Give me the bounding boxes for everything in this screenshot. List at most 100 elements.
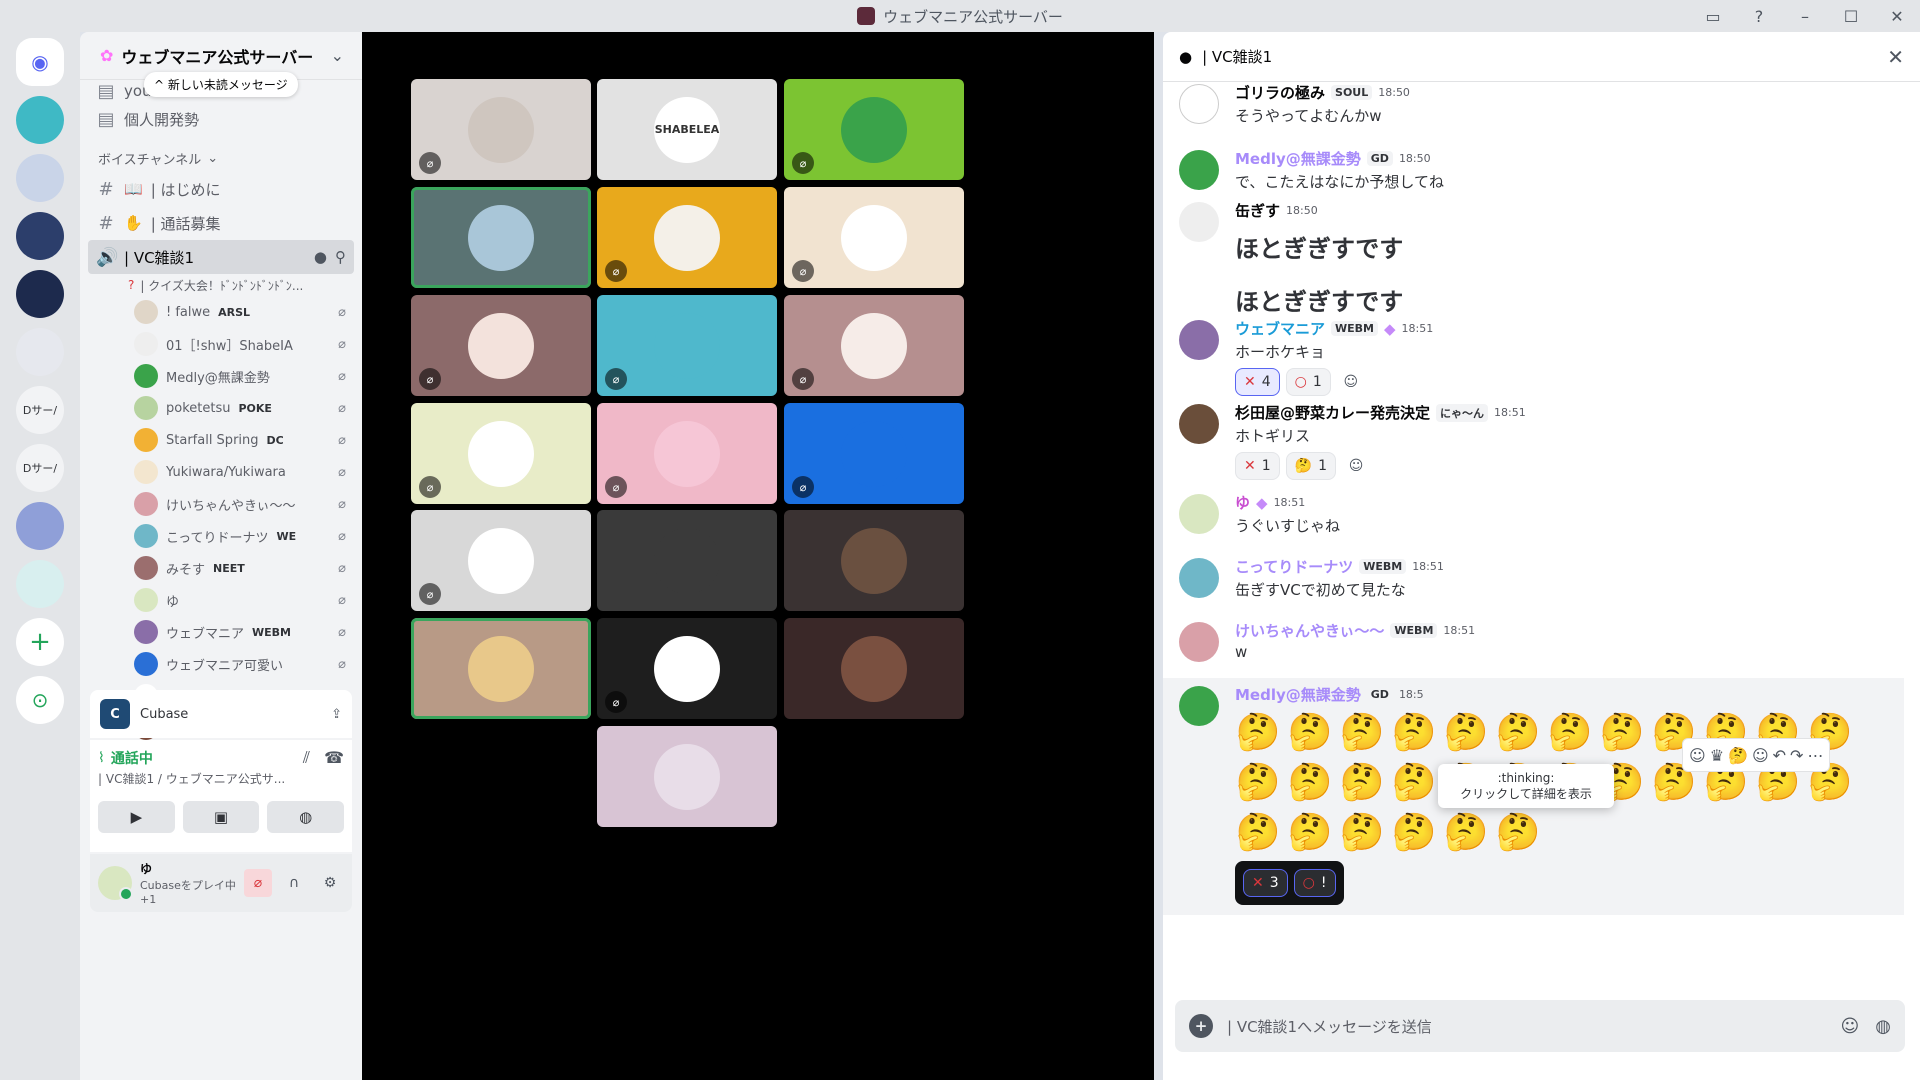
reaction-thinking[interactable]: 🤔 1	[1285, 452, 1337, 480]
thinking-emoji[interactable]: 🤔	[1495, 711, 1541, 755]
thinking-emoji[interactable]: 🤔	[1287, 761, 1333, 805]
avatar[interactable]	[1179, 202, 1219, 242]
voice-channel-path[interactable]: | VC雑談1 / ウェブマニア公式サ...	[98, 770, 344, 787]
voice-user[interactable]: 01［!shw］ShabeIA ⌀	[88, 328, 354, 360]
avatar[interactable]	[1179, 622, 1219, 662]
avatar[interactable]	[98, 866, 133, 901]
avatar[interactable]	[1179, 558, 1219, 598]
message-author[interactable]: ウェブマニア	[1235, 318, 1325, 339]
server-icon[interactable]	[16, 560, 64, 608]
avatar[interactable]	[1179, 404, 1219, 444]
thinking-emoji[interactable]: 🤔	[1599, 711, 1645, 755]
participant-tile[interactable]	[597, 726, 777, 827]
participant-tile[interactable]: ⌀	[597, 295, 777, 396]
chat-bubble-icon[interactable]: ●	[314, 248, 327, 266]
forward-icon[interactable]: ↷	[1790, 746, 1803, 765]
unread-messages-banner[interactable]: ^ 新しい未読メッセージ	[144, 72, 298, 97]
message-author[interactable]: ゴリラの極み	[1235, 82, 1325, 103]
server-icon[interactable]: Dサー/	[16, 386, 64, 434]
channel-hajimeni[interactable]: # 📖 | はじめに	[88, 172, 354, 206]
help-icon[interactable]: ?	[1736, 7, 1782, 26]
participant-tile[interactable]: ⌀	[784, 295, 964, 396]
add-user-icon[interactable]: ⚲	[335, 248, 346, 266]
thinking-emoji[interactable]: 🤔	[1391, 711, 1437, 755]
close-button[interactable]: ✕	[1874, 7, 1920, 26]
participant-tile[interactable]: ⌀	[411, 295, 591, 396]
avatar[interactable]	[1179, 320, 1219, 360]
thinking-emoji[interactable]: 🤔	[1339, 761, 1385, 805]
server-icon[interactable]	[16, 154, 64, 202]
thinking-emoji[interactable]: 🤔	[1235, 811, 1281, 855]
avatar[interactable]	[1179, 150, 1219, 190]
discover-icon[interactable]: ⊙	[16, 676, 64, 724]
participant-tile[interactable]: ⌀	[597, 187, 777, 288]
participant-tile[interactable]: ⌀	[784, 187, 964, 288]
voice-channel-vc1[interactable]: 🔊 | VC雑談1 ● ⚲	[88, 240, 354, 274]
quick-react-icon[interactable]: ☺	[1689, 746, 1706, 765]
add-reaction-icon[interactable]: ☺	[1752, 746, 1769, 765]
voice-user[interactable]: Starfall Spring DC ⌀	[88, 424, 354, 456]
thinking-emoji[interactable]: 🤔	[1287, 811, 1333, 855]
message-author[interactable]: Medly@無課金勢	[1235, 684, 1361, 705]
thinking-emoji[interactable]: 🤔	[1339, 711, 1385, 755]
server-icon[interactable]: Dサー/	[16, 444, 64, 492]
server-icon[interactable]	[16, 96, 64, 144]
thinking-emoji[interactable]: 🤔	[1235, 711, 1281, 755]
thinking-emoji[interactable]: 🤔	[1495, 811, 1541, 855]
gear-icon[interactable]: ⚙	[316, 869, 344, 897]
composer-placeholder[interactable]: | VC雑談1へメッセージを送信	[1227, 1016, 1432, 1037]
activity-button[interactable]: ◍	[267, 801, 345, 833]
camera-off-button[interactable]: ▶	[98, 801, 175, 833]
message-composer[interactable]: + | VC雑談1へメッセージを送信 ☺ ◍	[1175, 1000, 1905, 1052]
participant-tile[interactable]	[411, 618, 591, 719]
add-reaction-icon[interactable]: ☺	[1337, 368, 1365, 396]
voice-user[interactable]: みそす NEET ⌀	[88, 552, 354, 584]
participant-tile[interactable]	[784, 510, 964, 611]
category-voice-channels[interactable]: ボイスチャンネル ⌄	[88, 144, 354, 172]
quick-react-icon[interactable]: ♛	[1710, 746, 1724, 765]
reaction-o[interactable]: ○ 1	[1285, 368, 1331, 396]
server-icon[interactable]	[16, 328, 64, 376]
voice-user[interactable]: けいちゃんやきぃ〜〜 ⌀	[88, 488, 354, 520]
thinking-emoji[interactable]: 🤔	[1547, 711, 1593, 755]
add-server-icon[interactable]: +	[16, 618, 64, 666]
participant-tile[interactable]: ⌀	[411, 510, 591, 611]
more-icon[interactable]: ⋯	[1807, 746, 1823, 765]
reaction-x[interactable]: ✕ 4	[1235, 368, 1280, 396]
voice-user[interactable]: Medly@無課金勢 ⌀	[88, 360, 354, 392]
voice-user[interactable]: ウェブマニア WEBM ⌀	[88, 616, 354, 648]
inbox-icon[interactable]: ▭	[1690, 7, 1736, 26]
participant-tile[interactable]: ⌀	[411, 79, 591, 180]
participant-tile[interactable]: SHABELEA	[597, 79, 777, 180]
channel-tsuwa-boshu[interactable]: # ✋ | 通話募集	[88, 206, 354, 240]
avatar[interactable]	[1179, 84, 1219, 124]
thinking-emoji[interactable]: 🤔	[1391, 811, 1437, 855]
add-reaction-icon[interactable]: ☺	[1342, 452, 1370, 480]
channel-personal-dev[interactable]: ▤ 個人開発勢	[88, 102, 354, 136]
thinking-emoji[interactable]: 🤔	[1443, 811, 1489, 855]
headphones-icon[interactable]: ∩	[280, 869, 308, 897]
avatar[interactable]	[1179, 494, 1219, 534]
message-author[interactable]: ゆ	[1235, 492, 1250, 513]
screen-share-button[interactable]: ▣	[182, 801, 260, 833]
voice-user[interactable]: Yukiwara/Yukiwara ⌀	[88, 456, 354, 488]
server-icon[interactable]	[16, 502, 64, 550]
thinking-emoji[interactable]: 🤔	[1443, 711, 1489, 755]
mic-muted-icon[interactable]: ⌀	[244, 869, 272, 897]
thinking-emoji[interactable]: 🤔	[1339, 811, 1385, 855]
voice-user[interactable]: ! falwe ARSL ⌀	[88, 296, 354, 328]
participant-tile[interactable]	[784, 618, 964, 719]
voice-user[interactable]: ウェブマニア可愛い ⌀	[88, 648, 354, 680]
participant-tile[interactable]: ⌀	[597, 618, 777, 719]
participant-tile[interactable]: ⌀	[784, 403, 964, 504]
message-author[interactable]: Medly@無課金勢	[1235, 148, 1361, 169]
gamepad-icon[interactable]: ◍	[1875, 1016, 1891, 1037]
voice-connected-status[interactable]: 通話中	[111, 748, 153, 768]
participant-tile[interactable]	[411, 187, 591, 288]
activity-join-icon[interactable]: ⇪	[331, 707, 342, 722]
reaction-x[interactable]: ✕ 3	[1243, 869, 1288, 897]
reply-icon[interactable]: ↶	[1773, 746, 1786, 765]
avatar[interactable]	[1179, 686, 1219, 726]
message-author[interactable]: 杉田屋@野菜カレー発売決定	[1235, 402, 1430, 423]
quick-react-icon[interactable]: 🤔	[1728, 746, 1748, 765]
